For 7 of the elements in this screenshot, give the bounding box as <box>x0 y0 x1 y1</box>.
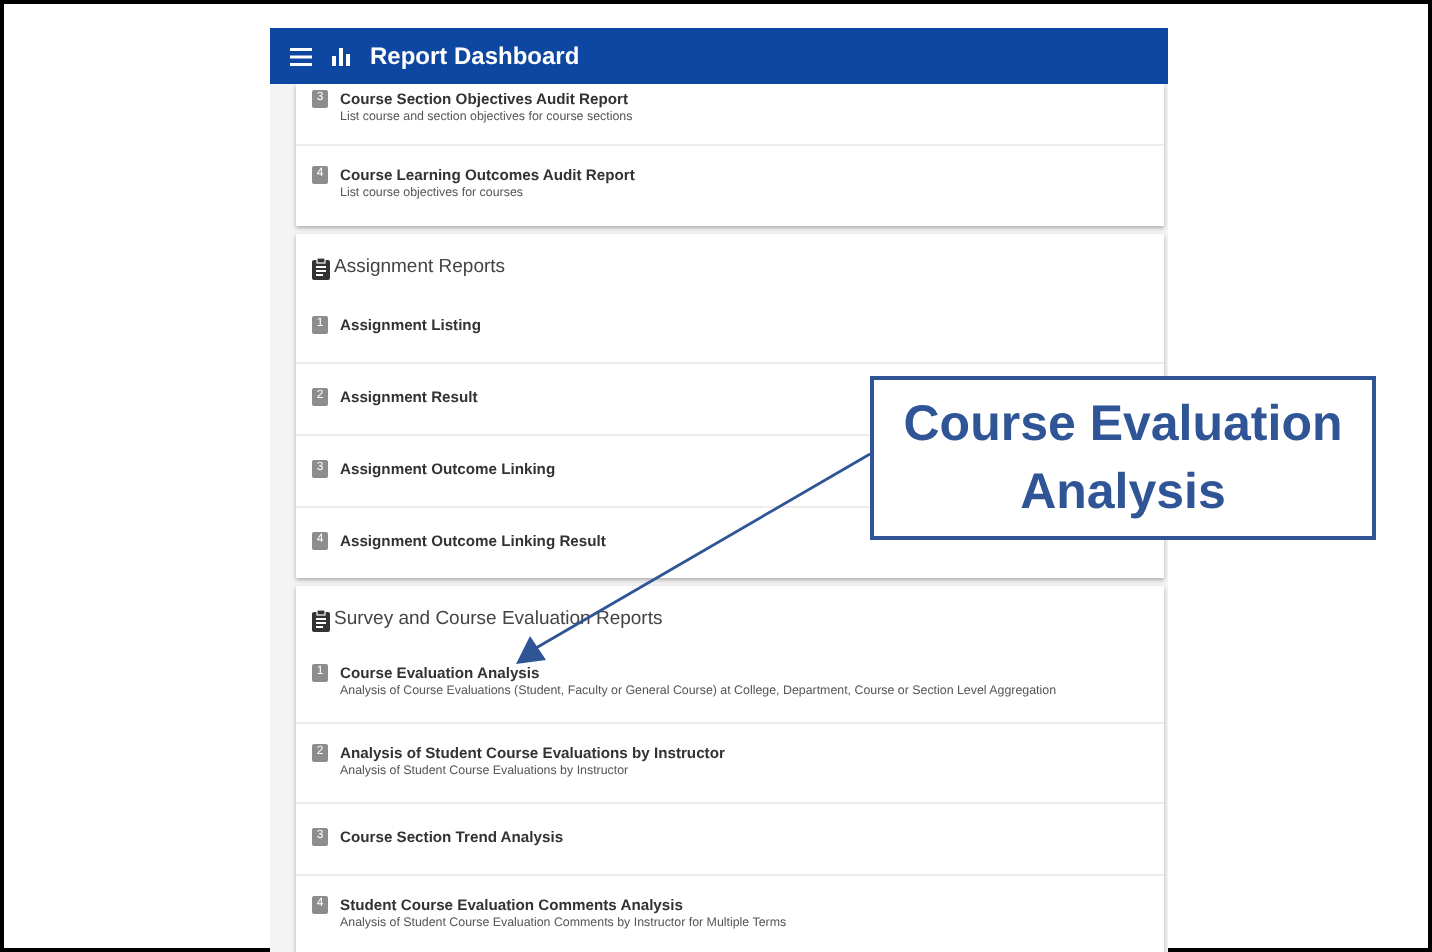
callout-tooltip: Course Evaluation Analysis <box>870 376 1376 540</box>
bar-chart-icon <box>332 47 350 65</box>
section-title: Assignment Reports <box>334 254 506 282</box>
app-title: Report Dashboard <box>370 40 580 74</box>
menu-icon[interactable] <box>290 47 312 65</box>
clipboard-icon <box>312 609 330 631</box>
clipboard-icon <box>312 257 330 279</box>
